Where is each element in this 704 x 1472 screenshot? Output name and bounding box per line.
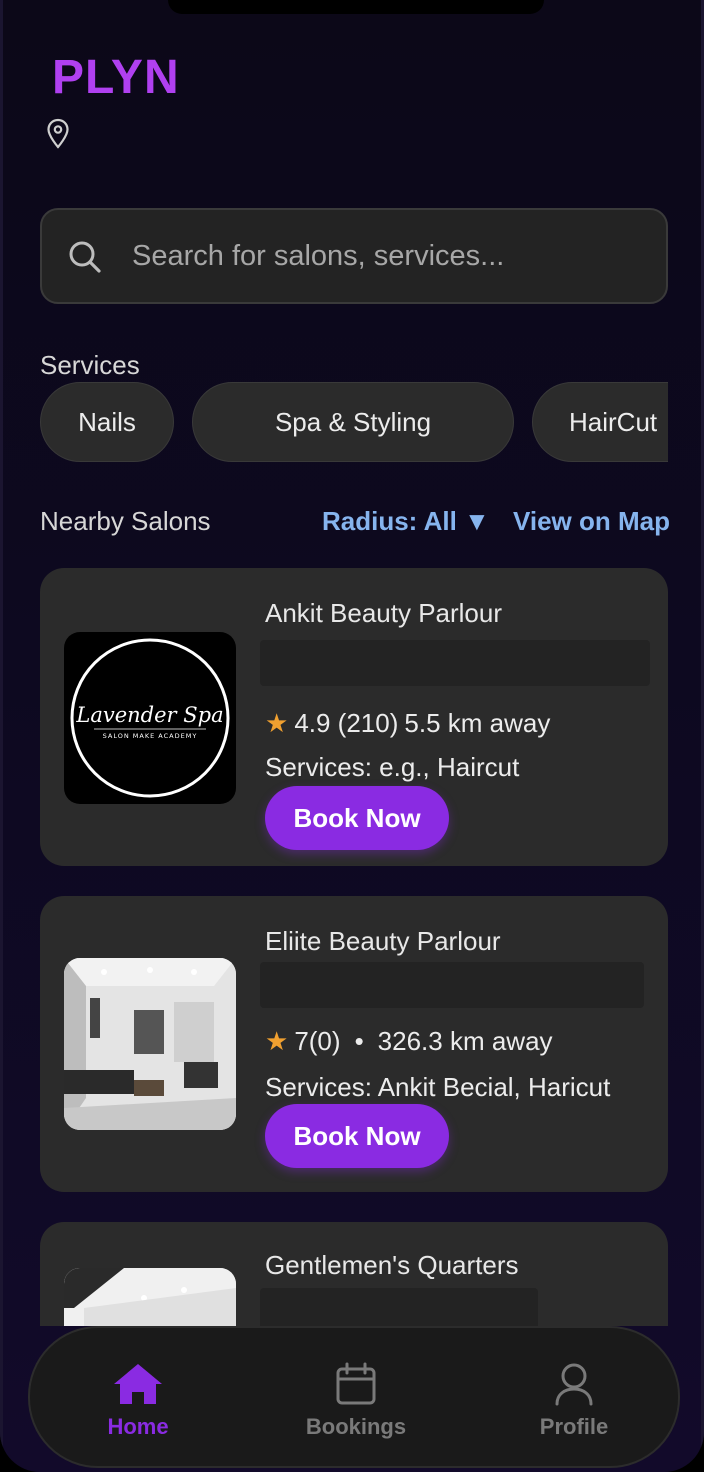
salon-name[interactable]: Ankit Beauty Parlour (265, 598, 502, 629)
salon-interior-photo (64, 958, 236, 1130)
salon-services: Services: Ankit Becial, Haricut (265, 1072, 611, 1102)
tab-home-label: Home (107, 1414, 169, 1439)
nearby-salons-heading: Nearby Salons (40, 506, 211, 536)
salon-distance: 5.5 km away (404, 708, 551, 738)
services-heading: Services (40, 350, 140, 380)
salon-interior-image (64, 958, 236, 1130)
book-now-button[interactable]: Book Now (265, 786, 449, 850)
service-chip-nails[interactable]: Nails (40, 382, 174, 462)
tab-home[interactable]: Home (68, 1348, 208, 1458)
service-chip-haircut[interactable]: HairCut (532, 382, 668, 462)
search-icon (69, 241, 101, 273)
lavender-spa-logo: Lavender Spa SALON MAKE ACADEMY (70, 638, 230, 798)
radius-filter-dropdown[interactable]: Radius: All ▼ (322, 506, 490, 537)
salon-card[interactable]: Eliite Beauty Parlour ★ 7(0) • 326.3 km … (40, 896, 668, 1192)
salon-distance: 326.3 km away (377, 1026, 553, 1056)
app-logo: PLYN (52, 51, 180, 104)
salon-name[interactable]: Gentlemen's Quarters (265, 1250, 519, 1281)
separator-dot: • (354, 1026, 364, 1056)
salon-list[interactable]: Lavender Spa SALON MAKE ACADEMY Ankit Be… (0, 560, 704, 1326)
svg-text:Lavender Spa: Lavender Spa (75, 703, 223, 727)
view-on-map-link[interactable]: View on Map (513, 506, 670, 537)
tab-bookings-label: Bookings (305, 1414, 407, 1439)
salon-interior-image (64, 1268, 236, 1326)
service-chip-spa-styling[interactable]: Spa & Styling (192, 382, 514, 462)
search-input[interactable]: Search for salons, services... (132, 240, 504, 273)
user-icon (555, 1363, 593, 1406)
salon-interior-photo (64, 1268, 236, 1326)
salon-card[interactable]: Lavender Spa SALON MAKE ACADEMY Ankit Be… (40, 568, 668, 866)
tab-profile-label: Profile (539, 1414, 609, 1439)
salon-card[interactable]: Gentlemen's Quarters (40, 1222, 668, 1326)
book-now-button[interactable]: Book Now (265, 1104, 449, 1168)
search-bar[interactable]: Search for salons, services... (40, 208, 668, 304)
salon-rating: 4.9 (210) (294, 708, 399, 738)
redacted-address (260, 962, 644, 1008)
home-icon (114, 1364, 162, 1404)
redacted-address (260, 640, 650, 686)
svg-text:SALON MAKE ACADEMY: SALON MAKE ACADEMY (103, 732, 198, 740)
salon-logo-image: Lavender Spa SALON MAKE ACADEMY (64, 632, 236, 804)
salon-rating-row: ★ 4.9 (210) 5.5 km away (265, 708, 550, 739)
salon-services: Services: e.g., Haircut (265, 752, 520, 782)
star-icon: ★ (265, 1026, 289, 1056)
location-pin-icon[interactable] (46, 118, 70, 150)
calendar-icon (336, 1362, 376, 1405)
device-notch (168, 0, 544, 14)
app-screen: PLYN Search for salons, services... Serv… (0, 0, 704, 1472)
redacted-address (260, 1288, 538, 1326)
salon-name[interactable]: Eliite Beauty Parlour (265, 926, 501, 957)
star-icon: ★ (265, 708, 289, 738)
tab-profile[interactable]: Profile (504, 1348, 644, 1458)
tab-bookings[interactable]: Bookings (286, 1348, 426, 1458)
salon-rating: 7(0) (294, 1026, 341, 1056)
bottom-tab-bar: Home Bookings Profile (28, 1326, 680, 1468)
salon-rating-row: ★ 7(0) • 326.3 km away (265, 1026, 553, 1057)
services-chip-row[interactable]: Nails Spa & Styling HairCut (40, 382, 668, 462)
